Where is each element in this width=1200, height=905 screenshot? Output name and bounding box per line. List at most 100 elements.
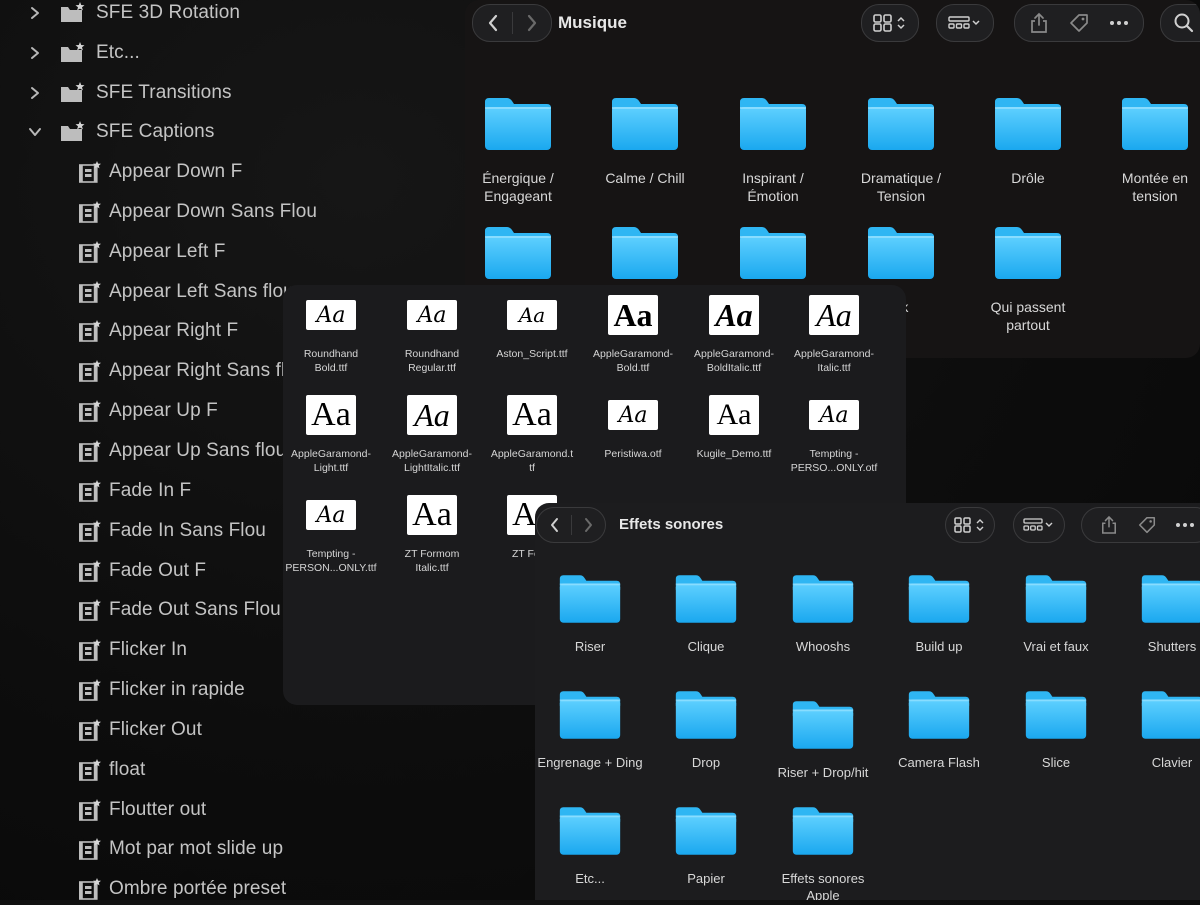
preset-item[interactable]: Appear Up Sans flou — [79, 436, 286, 466]
folder-label: Engrenage + Ding — [537, 755, 643, 770]
font-file-item[interactable]: Aa AppleGaramond- BoldItalic.ttf — [684, 295, 784, 376]
preset-item[interactable]: Fade In Sans Flou — [79, 516, 266, 546]
folder-item[interactable] — [713, 224, 833, 282]
folder-item[interactable]: Clique — [646, 573, 766, 656]
preset-item[interactable]: Appear Left Sans flou — [79, 277, 294, 307]
folder-item[interactable]: Shutters — [1112, 573, 1200, 656]
back-chevron-icon[interactable] — [474, 6, 512, 40]
font-file-item[interactable]: Aa ZT Formom Italic.ttf — [382, 495, 482, 576]
folder-item[interactable]: Montée en tension — [1095, 95, 1200, 205]
chevron-right-icon[interactable] — [28, 46, 42, 60]
chevron-down-icon[interactable] — [28, 125, 42, 139]
tag-icon[interactable] — [1059, 6, 1099, 40]
folder-item[interactable]: Clavier — [1112, 689, 1200, 772]
folder-label: Build up — [915, 639, 963, 654]
preset-item[interactable]: Appear Down F — [79, 157, 242, 187]
search-button[interactable] — [1160, 4, 1200, 42]
font-file-item[interactable]: Aa Kugile_Demo.ttf — [684, 395, 784, 461]
folder-item[interactable]: Whooshs — [763, 573, 883, 656]
font-file-item[interactable]: Aa AppleGaramond- Light.ttf — [283, 395, 381, 476]
preset-folder-row[interactable]: Etc... — [28, 38, 140, 68]
preset-effect-icon — [79, 400, 101, 422]
folder-item[interactable]: Vrai et faux — [996, 573, 1116, 656]
font-file-item[interactable]: Aa AppleGaramond- Italic.ttf — [784, 295, 884, 376]
preset-folder-row[interactable]: SFE Transitions — [28, 78, 232, 108]
tag-icon[interactable] — [1128, 509, 1166, 541]
share-icon[interactable] — [1090, 509, 1128, 541]
folder-item[interactable]: Calme / Chill — [585, 95, 705, 187]
group-by-button[interactable] — [936, 4, 994, 42]
folder-item[interactable]: Engrenage + Ding — [535, 689, 650, 772]
folder-item[interactable] — [585, 224, 705, 282]
share-icon[interactable] — [1019, 6, 1059, 40]
group-by-button[interactable] — [1013, 507, 1065, 543]
font-file-item[interactable]: Aa AppleGaramond- LightItalic.ttf — [382, 395, 482, 476]
preset-folder-row[interactable]: SFE 3D Rotation — [28, 0, 240, 28]
font-preview-thumbnail: Aa — [306, 500, 356, 530]
preset-item[interactable]: Mot par mot slide up — [79, 834, 283, 864]
folder-item[interactable]: Drop — [646, 689, 766, 772]
font-file-name: Tempting - PERSON...ONLY.ttf — [285, 548, 377, 575]
preset-effect-icon — [79, 200, 101, 223]
preset-item[interactable]: Appear Down Sans Flou — [79, 197, 317, 227]
folder-item[interactable]: Slice — [996, 689, 1116, 772]
preset-effect-icon — [79, 559, 101, 582]
folder-item[interactable]: Build up — [879, 573, 999, 656]
font-file-name: Kugile_Demo.ttf — [696, 448, 772, 460]
back-chevron-icon[interactable] — [538, 509, 571, 541]
font-file-item[interactable]: Aa AppleGaramond- Bold.ttf — [583, 295, 683, 376]
folder-item[interactable]: Effets sonores Apple — [763, 805, 883, 900]
folder-item[interactable]: Énergique / Engageant — [465, 95, 578, 205]
more-options-icon[interactable] — [1166, 509, 1200, 541]
search-icon — [1174, 13, 1194, 33]
folder-item[interactable]: Dramatique / Tension — [841, 95, 961, 205]
font-file-item[interactable]: Aa Roundhand Regular.ttf — [382, 295, 482, 376]
font-file-name: Tempting - PERSO...ONLY.otf — [790, 448, 878, 475]
more-options-icon[interactable] — [1099, 6, 1139, 40]
font-file-item[interactable]: Aa AppleGaramond.t tf — [482, 395, 582, 476]
folder-item[interactable]: Drôle — [968, 95, 1088, 187]
folder-icon — [674, 573, 738, 625]
view-mode-button[interactable] — [861, 4, 919, 42]
folder-item[interactable] — [465, 224, 578, 282]
folder-item[interactable]: Camera Flash — [879, 689, 999, 772]
toolbar: Effets sonores — [535, 503, 1200, 551]
chevron-right-icon[interactable] — [28, 6, 42, 20]
folder-icon — [674, 689, 738, 741]
preset-item[interactable]: Fade In F — [79, 476, 191, 506]
preset-item[interactable]: Flicker Out — [79, 715, 202, 745]
group-icon — [948, 16, 980, 29]
folder-item[interactable]: Riser + Drop/hit — [763, 699, 883, 782]
preset-item[interactable]: Appear Right Sans flou — [79, 356, 307, 386]
folder-item[interactable]: Qui passent partout — [968, 224, 1088, 334]
folder-icon — [558, 573, 622, 625]
folder-item[interactable]: Inspirant / Émotion — [713, 95, 833, 205]
folder-item[interactable]: Etc... — [535, 805, 650, 888]
font-preview-thumbnail: Aa — [709, 295, 759, 335]
preset-item[interactable]: Appear Right F — [79, 316, 238, 346]
chevron-right-icon[interactable] — [28, 86, 42, 100]
preset-item[interactable]: Flicker In — [79, 635, 187, 665]
preset-item[interactable]: Appear Left F — [79, 237, 225, 267]
font-file-item[interactable]: Aa Tempting - PERSO...ONLY.otf — [784, 395, 884, 476]
folder-icon — [738, 224, 808, 282]
preset-item[interactable]: Fade Out F — [79, 556, 206, 586]
preset-folder-row[interactable]: SFE Captions — [28, 117, 214, 147]
font-file-item[interactable]: Aa Aston_Script.ttf — [482, 295, 582, 361]
preset-item-label: Fade In Sans Flou — [109, 519, 266, 541]
preset-item[interactable]: float — [79, 755, 145, 785]
font-file-item[interactable]: Aa Tempting - PERSON...ONLY.ttf — [283, 495, 381, 576]
font-file-item[interactable]: Aa Roundhand Bold.ttf — [283, 295, 381, 376]
preset-item[interactable]: Flicker in rapide — [79, 675, 245, 705]
forward-chevron-icon[interactable] — [513, 6, 551, 40]
forward-chevron-icon[interactable] — [572, 509, 605, 541]
folder-item[interactable]: Riser — [535, 573, 650, 656]
preset-item[interactable]: Floutter out — [79, 795, 206, 825]
font-sample-text: Aa — [512, 396, 552, 433]
folder-icon — [610, 224, 680, 282]
font-file-item[interactable]: Aa Peristiwa.otf — [583, 395, 683, 461]
folder-item[interactable]: Papier — [646, 805, 766, 888]
preset-item[interactable]: Fade Out Sans Flou — [79, 595, 281, 625]
view-mode-button[interactable] — [945, 507, 995, 543]
preset-item[interactable]: Appear Up F — [79, 396, 218, 426]
